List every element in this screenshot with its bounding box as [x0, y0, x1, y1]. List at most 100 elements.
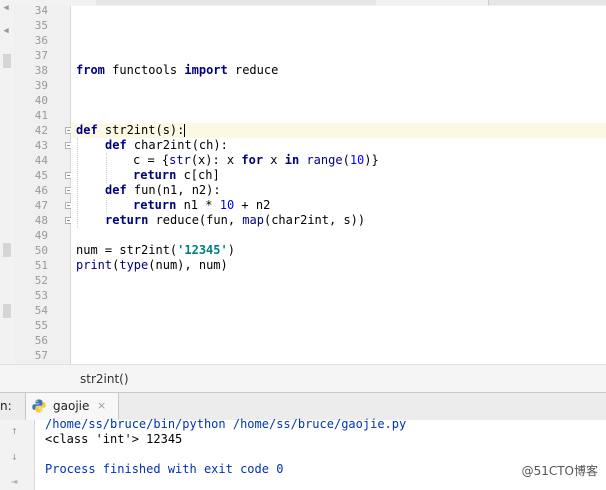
close-icon[interactable]: × — [97, 399, 106, 412]
indent-guide — [106, 153, 107, 183]
code-text: functools — [104, 63, 185, 77]
string-literal: '12345' — [177, 243, 228, 257]
line-number: 52 — [34, 274, 48, 287]
code-line-50: num = str2int('12345') — [76, 243, 235, 258]
line-number: 51 — [34, 259, 48, 272]
run-tab-label: gaojie — [53, 399, 90, 413]
arrow-left-icon[interactable]: ◀ — [1, 3, 11, 13]
keyword: return — [105, 213, 149, 227]
line-number: 53 — [34, 289, 48, 302]
tool-marker-3[interactable] — [3, 304, 11, 318]
keyword: def — [105, 183, 127, 197]
wrap-icon[interactable]: ⇥ — [11, 475, 18, 488]
indent-guide — [77, 138, 78, 228]
keyword: return — [133, 168, 177, 182]
line-number: 39 — [34, 79, 48, 92]
console-line: <class 'int'> 12345 — [45, 432, 183, 446]
line-number: 57 — [34, 349, 48, 362]
line-number: 41 — [34, 109, 48, 122]
code-line-48: return reduce(fun, map(char2int, s)) — [105, 213, 365, 228]
line-number: 44 — [34, 154, 48, 167]
watermark: @51CTO博客 — [521, 464, 598, 478]
line-number: 54 — [34, 304, 48, 317]
code-text: fun(n1, n2): — [126, 183, 221, 197]
run-toolbar: ↑ ↓ ⇥ — [0, 420, 35, 490]
code-text: char2int(ch): — [126, 138, 228, 152]
code-line-43: def char2int(ch): — [105, 138, 228, 153]
code-text: (x): x — [190, 153, 242, 167]
keyword: for — [241, 153, 264, 167]
code-text: c = { — [133, 153, 170, 167]
keyword: in — [284, 153, 300, 167]
tool-marker-2[interactable] — [3, 243, 11, 257]
code-line-42: def str2int(s): — [76, 123, 186, 138]
text-caret — [184, 124, 186, 137]
code-text: (num), num) — [148, 258, 228, 272]
line-number: 34 — [34, 4, 48, 17]
line-number: 40 — [34, 94, 48, 107]
line-number: 43 — [34, 139, 48, 152]
line-number: 50 — [34, 244, 48, 257]
code-text: )} — [364, 153, 379, 167]
arrow-down-icon[interactable]: ↓ — [11, 450, 18, 463]
code-text: ( — [342, 153, 350, 167]
keyword: import — [184, 63, 228, 77]
builtin: str — [169, 153, 191, 167]
code-text: x — [263, 153, 285, 167]
keyword: return — [133, 198, 177, 212]
line-number-gutter: 34 35 36 37 38 39 40 41 42 43 44 45 46 4… — [14, 4, 72, 364]
console-line: Process finished with exit code 0 — [45, 462, 284, 476]
arrow-up-icon[interactable]: ↑ — [11, 424, 18, 437]
arrow-left-icon-2[interactable]: ◀ — [1, 26, 11, 36]
left-tool-strip: ◀ ◀ — [0, 3, 15, 390]
builtin: range — [306, 153, 343, 167]
line-number: 56 — [34, 334, 48, 347]
code-text: c[ch] — [176, 168, 220, 182]
line-number: 37 — [34, 49, 48, 62]
console-line: /home/ss/bruce/bin/python /home/ss/bruce… — [45, 417, 407, 431]
number-literal: 10 — [349, 153, 365, 167]
code-text: reduce — [227, 63, 279, 77]
code-text: ) — [227, 243, 235, 257]
code-text: n1 * — [176, 198, 220, 212]
line-number: 36 — [34, 34, 48, 47]
number-literal: 10 — [219, 198, 235, 212]
indent-guide — [106, 198, 107, 213]
keyword: from — [76, 63, 105, 77]
code-line-51: print(type(num), num) — [76, 258, 228, 273]
code-line-38: from functools import reduce — [76, 63, 278, 78]
line-number: 45 — [34, 169, 48, 182]
run-tab-gaojie[interactable]: gaojie × — [25, 393, 119, 420]
line-number: 55 — [34, 319, 48, 332]
code-line-46: def fun(n1, n2): — [105, 183, 221, 198]
line-number: 38 — [34, 64, 48, 77]
line-number: 48 — [34, 214, 48, 227]
code-text: (char2int, s)) — [263, 213, 366, 227]
python-icon — [32, 399, 46, 413]
run-console[interactable]: /home/ss/bruce/bin/python /home/ss/bruce… — [35, 417, 606, 490]
keyword: def — [105, 138, 127, 152]
builtin: print — [76, 258, 113, 272]
line-number: 42 — [34, 124, 48, 137]
code-line-47: return n1 * 10 + n2 — [133, 198, 270, 213]
breadcrumb: str2int() — [0, 364, 606, 393]
code-line-45: return c[ch] — [133, 168, 220, 183]
code-line-44: c = {str(x): x for x in range(10)} — [133, 153, 379, 168]
editor-tab[interactable] — [96, 0, 376, 5]
keyword: def — [76, 123, 98, 137]
breadcrumb-item[interactable]: str2int() — [80, 372, 129, 386]
run-panel-label: n: — [0, 399, 12, 413]
tool-marker[interactable] — [3, 54, 11, 68]
line-number: 46 — [34, 184, 48, 197]
code-text: str2int(s): — [97, 123, 185, 137]
line-number: 49 — [34, 229, 48, 242]
code-text: num = str2int( — [76, 243, 178, 257]
line-number: 35 — [34, 19, 48, 32]
builtin: type — [119, 258, 149, 272]
editor-tab-right[interactable] — [488, 0, 606, 5]
code-editor[interactable]: from functools import reduce def str2int… — [71, 6, 606, 364]
code-text: + n2 — [234, 198, 271, 212]
builtin: map — [242, 213, 264, 227]
code-text: reduce(fun, — [148, 213, 243, 227]
line-number: 47 — [34, 199, 48, 212]
